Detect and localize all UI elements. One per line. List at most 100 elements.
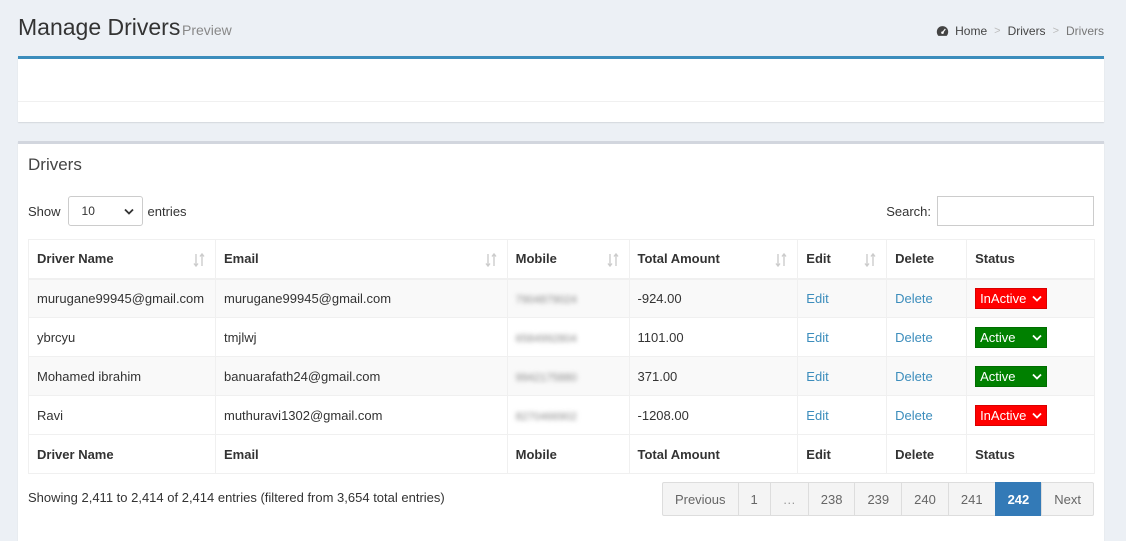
breadcrumb-current: Drivers bbox=[1066, 24, 1104, 38]
page-242[interactable]: 242 bbox=[994, 482, 1043, 516]
page-240[interactable]: 240 bbox=[901, 482, 949, 516]
chevron-down-icon bbox=[1032, 412, 1042, 419]
sort-icon bbox=[485, 253, 497, 267]
status-value: Active bbox=[980, 368, 1016, 384]
delete-link[interactable]: Delete bbox=[895, 330, 933, 345]
breadcrumb-home[interactable]: Home bbox=[955, 24, 987, 38]
driver-name-cell: Ravi bbox=[28, 395, 216, 435]
sort-icon bbox=[775, 253, 787, 267]
pagination: Previous 1 … 238 239 240 241 242 Next bbox=[661, 482, 1094, 516]
status-cell: Active bbox=[966, 317, 1095, 357]
box-title: Drivers bbox=[28, 155, 82, 174]
search-label: Search: bbox=[886, 203, 931, 219]
column-header-edit[interactable]: Edit bbox=[797, 239, 888, 280]
delete-link[interactable]: Delete bbox=[895, 291, 933, 306]
mobile-cell: 9942175880 bbox=[506, 356, 630, 396]
chevron-down-icon bbox=[1032, 334, 1042, 341]
mobile-cell: 7904879024 bbox=[506, 278, 630, 318]
footer-mobile: Mobile bbox=[506, 434, 630, 474]
search-input[interactable] bbox=[937, 196, 1094, 226]
amount-cell: 371.00 bbox=[628, 356, 799, 396]
table-row: ybrcyu tmjlwj 6584992804 1101.00 Edit De… bbox=[28, 317, 1095, 357]
column-header-total-amount[interactable]: Total Amount bbox=[628, 239, 799, 280]
column-header-driver-name[interactable]: Driver Name bbox=[28, 239, 216, 280]
edit-cell: Edit bbox=[797, 356, 888, 396]
table-header-row: Driver Name Email Mobile Total Amount Ed… bbox=[28, 239, 1095, 280]
chevron-down-icon bbox=[1032, 295, 1042, 302]
driver-name-cell: murugane99945@gmail.com bbox=[28, 278, 216, 318]
delete-link[interactable]: Delete bbox=[895, 369, 933, 384]
page-subtitle: Preview bbox=[182, 22, 232, 38]
mobile-value: 6584992804 bbox=[515, 332, 577, 345]
breadcrumb: Home > Drivers > Drivers bbox=[936, 24, 1104, 38]
delete-cell: Delete bbox=[886, 395, 968, 435]
delete-link[interactable]: Delete bbox=[895, 408, 933, 423]
status-select[interactable]: Active bbox=[975, 365, 1048, 387]
page-238[interactable]: 238 bbox=[807, 482, 856, 516]
table-row: Mohamed ibrahim banuarafath24@gmail.com … bbox=[28, 356, 1095, 396]
footer-delete: Delete bbox=[886, 434, 968, 474]
table-footer-row: Driver Name Email Mobile Total Amount Ed… bbox=[28, 434, 1095, 474]
column-header-status: Status bbox=[966, 239, 1095, 280]
amount-cell: -1208.00 bbox=[628, 395, 799, 435]
email-cell: tmjlwj bbox=[214, 317, 508, 357]
page-239[interactable]: 239 bbox=[854, 482, 903, 516]
page-title: Manage Drivers bbox=[18, 14, 181, 40]
status-value: InActive bbox=[980, 290, 1027, 306]
email-cell: banuarafath24@gmail.com bbox=[214, 356, 508, 396]
dashboard-icon bbox=[936, 26, 949, 36]
breadcrumb-drivers[interactable]: Drivers bbox=[1008, 24, 1046, 38]
footer-driver-name: Driver Name bbox=[28, 434, 216, 474]
delete-cell: Delete bbox=[886, 356, 968, 396]
page-length-select[interactable]: 10 bbox=[67, 196, 143, 226]
page-length-value: 10 bbox=[81, 204, 95, 218]
drivers-box: Drivers Show 10 entries Search: Driver N… bbox=[18, 141, 1104, 541]
footer-edit: Edit bbox=[797, 434, 888, 474]
table-row: Ravi muthuravi1302@gmail.com 8270466902 … bbox=[28, 395, 1095, 435]
delete-cell: Delete bbox=[886, 278, 968, 318]
edit-cell: Edit bbox=[797, 278, 888, 318]
edit-cell: Edit bbox=[797, 395, 888, 435]
mobile-value: 7904879024 bbox=[515, 293, 577, 306]
status-select[interactable]: InActive bbox=[975, 404, 1048, 426]
column-header-email[interactable]: Email bbox=[214, 239, 508, 280]
status-select[interactable]: InActive bbox=[975, 287, 1048, 309]
entries-label: entries bbox=[147, 203, 187, 219]
drivers-table: Driver Name Email Mobile Total Amount Ed… bbox=[28, 239, 1095, 474]
column-header-mobile[interactable]: Mobile bbox=[506, 239, 630, 280]
mobile-cell: 6584992804 bbox=[506, 317, 630, 357]
table-row: murugane99945@gmail.com murugane99945@gm… bbox=[28, 278, 1095, 318]
status-cell: InActive bbox=[966, 395, 1095, 435]
edit-link[interactable]: Edit bbox=[806, 330, 828, 345]
email-cell: muthuravi1302@gmail.com bbox=[214, 395, 508, 435]
page-next[interactable]: Next bbox=[1041, 482, 1094, 516]
page-header: Manage Drivers Preview Home > Drivers > … bbox=[0, 0, 1126, 56]
page-ellipsis: … bbox=[769, 482, 809, 516]
edit-link[interactable]: Edit bbox=[806, 369, 828, 384]
status-select[interactable]: Active bbox=[975, 326, 1048, 348]
driver-name-cell: ybrcyu bbox=[28, 317, 216, 357]
email-cell: murugane99945@gmail.com bbox=[214, 278, 508, 318]
driver-name-cell: Mohamed ibrahim bbox=[28, 356, 216, 396]
filter-box bbox=[18, 56, 1104, 122]
breadcrumb-separator: > bbox=[994, 25, 1001, 37]
sort-icon bbox=[864, 253, 876, 267]
divider bbox=[18, 101, 1104, 102]
page-previous[interactable]: Previous bbox=[661, 482, 739, 516]
chevron-down-icon bbox=[123, 208, 134, 215]
footer-total-amount: Total Amount bbox=[628, 434, 799, 474]
mobile-value: 8270466902 bbox=[515, 410, 577, 423]
search-control: Search: bbox=[886, 196, 1094, 226]
status-value: InActive bbox=[980, 407, 1027, 423]
page-length-control: Show 10 entries bbox=[28, 196, 187, 226]
amount-cell: -924.00 bbox=[628, 278, 799, 318]
page-241[interactable]: 241 bbox=[947, 482, 996, 516]
edit-link[interactable]: Edit bbox=[806, 291, 828, 306]
breadcrumb-separator: > bbox=[1052, 25, 1059, 37]
footer-email: Email bbox=[214, 434, 508, 474]
status-cell: InActive bbox=[966, 278, 1095, 318]
page-1[interactable]: 1 bbox=[737, 482, 771, 516]
edit-link[interactable]: Edit bbox=[806, 408, 828, 423]
table-info: Showing 2,411 to 2,414 of 2,414 entries … bbox=[28, 490, 445, 505]
mobile-value: 9942175880 bbox=[515, 371, 577, 384]
